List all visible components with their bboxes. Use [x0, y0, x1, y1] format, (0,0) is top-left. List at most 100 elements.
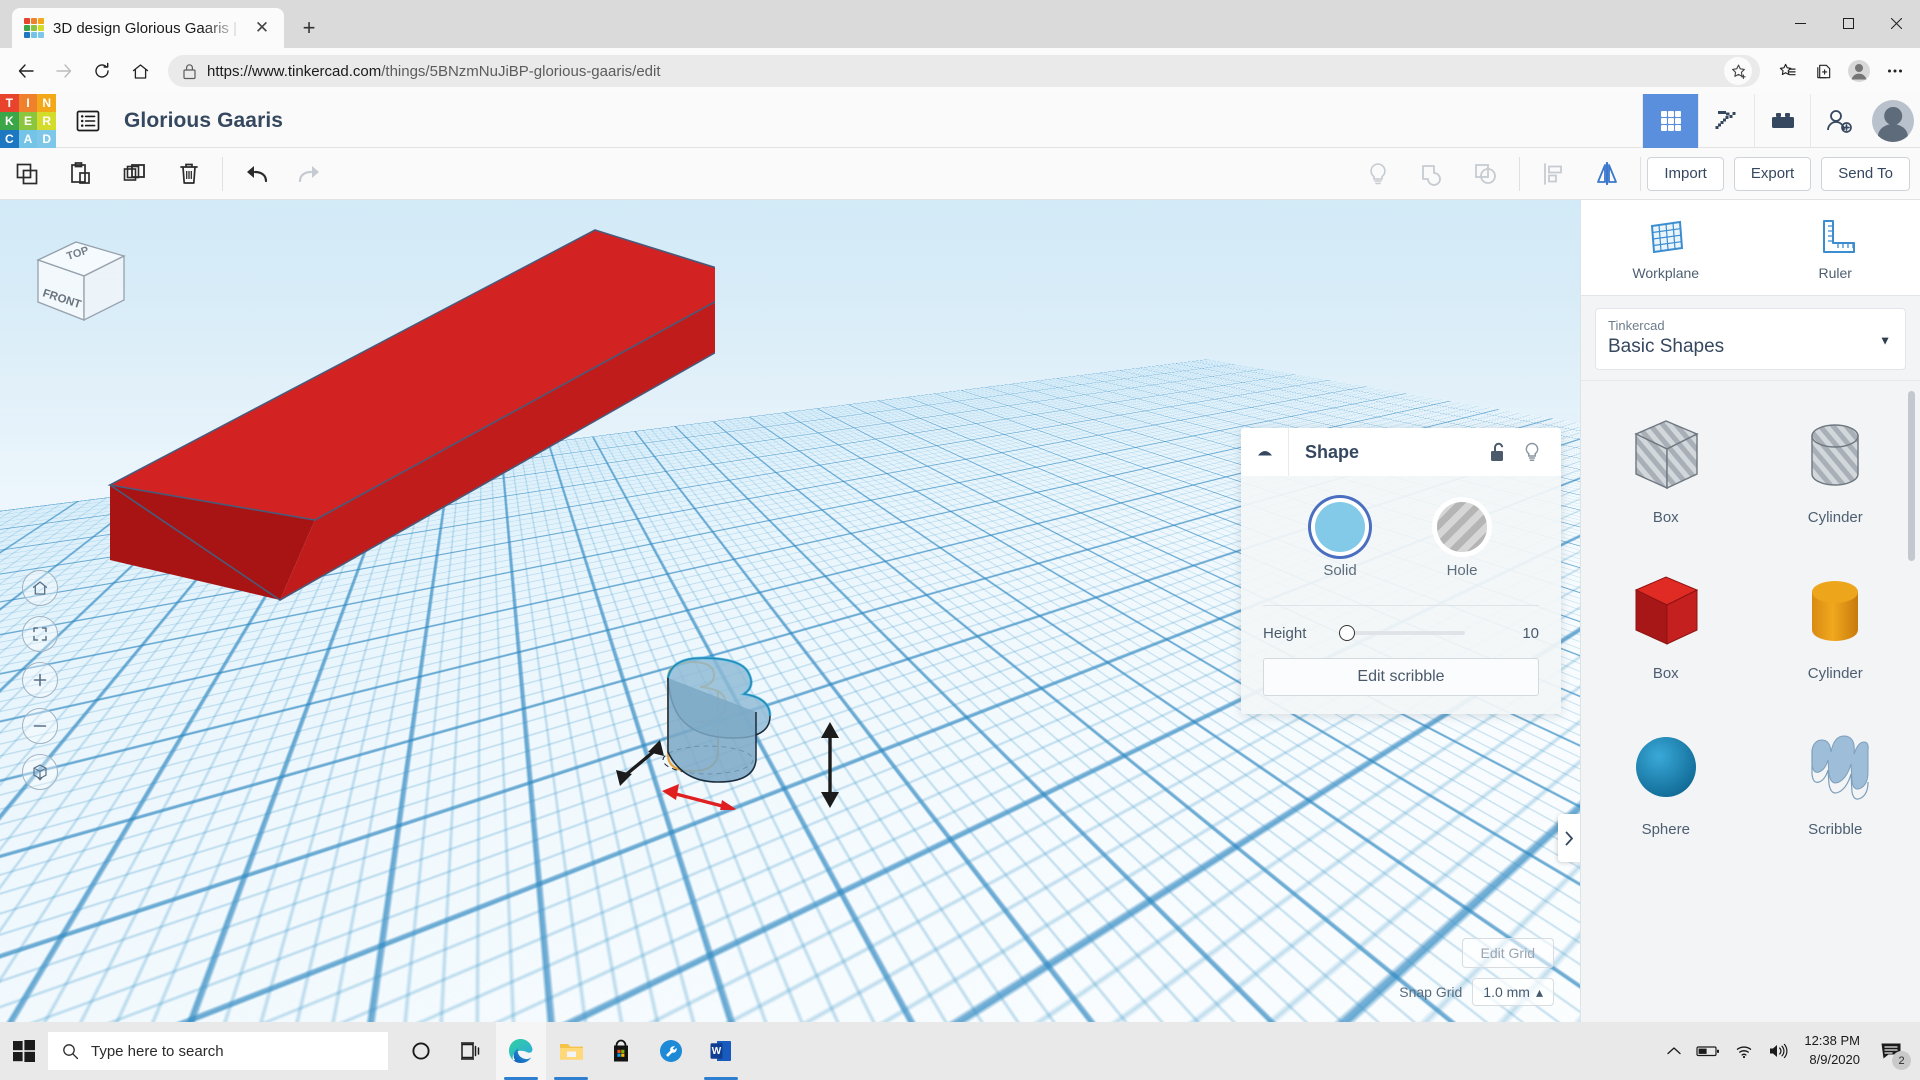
show-hidden-icons-chevron[interactable] — [1666, 1045, 1682, 1057]
hole-pattern-dot[interactable] — [1437, 502, 1487, 552]
shape-item-box-hole[interactable]: Box — [1581, 387, 1751, 543]
minimize-button[interactable] — [1776, 0, 1824, 46]
lightbulb-icon[interactable] — [1351, 148, 1405, 200]
address-bar-text[interactable]: https://www.tinkercad.com/things/5BNzmNu… — [207, 63, 1714, 80]
taskbar-search-input[interactable]: Type here to search — [48, 1032, 388, 1070]
home-icon[interactable] — [122, 53, 158, 89]
3d-viewport[interactable]: TOP FRONT Edit Grid Snap Grid 1.0 mm ▴ S… — [0, 200, 1580, 1022]
collections-icon[interactable] — [1806, 54, 1840, 88]
height-slider[interactable] — [1339, 624, 1499, 642]
shape-item-scribble[interactable]: Scribble — [1751, 699, 1920, 855]
shape-item-box-red[interactable]: Box — [1581, 543, 1751, 699]
browser-profile-icon[interactable] — [1842, 54, 1876, 88]
tool-wrench-icon[interactable] — [646, 1022, 696, 1080]
collapse-triangle-icon[interactable] — [1241, 428, 1289, 476]
volume-icon[interactable] — [1768, 1043, 1790, 1059]
minecraft-pickaxe-icon[interactable] — [1698, 93, 1754, 148]
export-button[interactable]: Export — [1733, 156, 1812, 191]
logo-tile-d — [38, 32, 44, 38]
settings-more-icon[interactable] — [1878, 54, 1912, 88]
user-avatar[interactable] — [1866, 94, 1920, 148]
shape-label: Sphere — [1641, 820, 1690, 838]
snap-grid-dropdown[interactable]: 1.0 mm ▴ — [1472, 978, 1554, 1006]
zoom-out-icon[interactable] — [22, 708, 58, 744]
tinkercad-logo[interactable]: TINKERCAD — [0, 93, 56, 148]
lego-brick-icon[interactable] — [1754, 93, 1810, 148]
shape-item-cylinder-orange[interactable]: Cylinder — [1751, 543, 1920, 699]
add-favorite-icon[interactable] — [1724, 57, 1752, 85]
shape-item-sphere[interactable]: Sphere — [1581, 699, 1751, 855]
selected-scribble-object[interactable] — [600, 630, 890, 810]
shape-library-dropdown[interactable]: Tinkercad Basic Shapes ▼ — [1595, 308, 1906, 370]
red-box-object[interactable] — [55, 220, 715, 620]
new-tab-button[interactable]: + — [292, 11, 326, 45]
zoom-in-icon[interactable] — [22, 662, 58, 698]
task-view-icon[interactable] — [446, 1022, 496, 1080]
edit-grid-button[interactable]: Edit Grid — [1461, 938, 1554, 968]
hole-swatch[interactable]: Hole — [1437, 502, 1487, 579]
file-explorer-icon[interactable] — [546, 1022, 596, 1080]
duplicate-icon[interactable] — [108, 148, 162, 200]
edit-scribble-button[interactable]: Edit scribble — [1263, 658, 1539, 696]
browser-tab[interactable]: 3D design Glorious Gaaris | Tinke ✕ — [12, 8, 284, 48]
tab-title: 3D design Glorious Gaaris | Tinke — [53, 19, 241, 37]
favorites-icon[interactable] — [1770, 54, 1804, 88]
back-arrow-icon[interactable] — [8, 53, 44, 89]
mirror-icon[interactable] — [1580, 148, 1634, 200]
forward-arrow-icon[interactable] — [46, 53, 82, 89]
import-button[interactable]: Import — [1647, 156, 1724, 191]
list-menu-icon[interactable] — [66, 94, 110, 148]
send-to-button[interactable]: Send To — [1821, 156, 1910, 191]
cortana-icon[interactable] — [396, 1022, 446, 1080]
tinkercad-toolbar: Import Export Send To — [0, 148, 1920, 200]
notification-center-icon[interactable]: 2 — [1874, 1034, 1911, 1070]
group-icon[interactable] — [1405, 148, 1459, 200]
solid-color-dot[interactable] — [1315, 502, 1365, 552]
wifi-icon[interactable] — [1734, 1044, 1754, 1059]
address-bar[interactable]: https://www.tinkercad.com/things/5BNzmNu… — [168, 55, 1760, 87]
shape-item-cylinder-hole[interactable]: Cylinder — [1751, 387, 1920, 543]
clock-date: 8/9/2020 — [1809, 1052, 1860, 1067]
svg-text:W: W — [712, 1046, 722, 1057]
taskbar-clock[interactable]: 12:38 PM 8/9/2020 — [1804, 1032, 1860, 1070]
shape-grid-scrollbar[interactable] — [1908, 391, 1915, 561]
delete-icon[interactable] — [162, 148, 216, 200]
solid-swatch[interactable]: Solid — [1315, 502, 1365, 579]
fit-to-view-icon[interactable] — [22, 616, 58, 652]
shape-grid[interactable]: Box Cylinder Box Cylinder Sphere Scribbl… — [1581, 380, 1920, 1022]
microsoft-edge-icon[interactable] — [496, 1022, 546, 1080]
maximize-button[interactable] — [1824, 0, 1872, 46]
height-value[interactable]: 10 — [1513, 625, 1539, 642]
ortho-perspective-icon[interactable] — [22, 754, 58, 790]
home-view-icon[interactable] — [22, 570, 58, 606]
unlock-icon[interactable] — [1481, 428, 1515, 476]
copy-icon[interactable] — [0, 148, 54, 200]
close-window-button[interactable] — [1872, 0, 1920, 46]
refresh-icon[interactable] — [84, 53, 120, 89]
shape-inspector-panel[interactable]: Shape Solid Hole Height 10 Edit scribble — [1241, 428, 1561, 714]
material-swatches: Solid Hole — [1263, 496, 1539, 589]
windows-start-icon[interactable] — [0, 1022, 48, 1080]
microsoft-word-icon[interactable]: W — [696, 1022, 746, 1080]
workplane-tool[interactable]: Workplane — [1581, 200, 1751, 295]
clock-time: 12:38 PM — [1804, 1033, 1860, 1049]
shapes-panel: Workplane Ruler Tinkercad Basic Shapes ▼… — [1580, 200, 1920, 1022]
view-cube[interactable]: TOP FRONT — [24, 230, 134, 330]
close-tab-icon[interactable]: ✕ — [250, 16, 274, 40]
library-name: Basic Shapes — [1608, 336, 1725, 357]
panel-collapse-handle[interactable] — [1558, 814, 1580, 862]
redo-icon[interactable] — [283, 148, 337, 200]
logo-tile-n — [38, 18, 44, 24]
lightbulb-icon[interactable] — [1515, 428, 1549, 476]
ungroup-icon[interactable] — [1459, 148, 1513, 200]
undo-icon[interactable] — [229, 148, 283, 200]
battery-icon[interactable] — [1696, 1044, 1720, 1058]
paste-icon[interactable] — [54, 148, 108, 200]
slider-knob[interactable] — [1339, 625, 1355, 641]
grid-view-icon[interactable] — [1642, 93, 1698, 148]
viewport-nav-controls — [22, 570, 58, 790]
invite-person-icon[interactable] — [1810, 93, 1866, 148]
ruler-tool[interactable]: Ruler — [1751, 200, 1920, 295]
microsoft-store-icon[interactable] — [596, 1022, 646, 1080]
align-icon[interactable] — [1526, 148, 1580, 200]
